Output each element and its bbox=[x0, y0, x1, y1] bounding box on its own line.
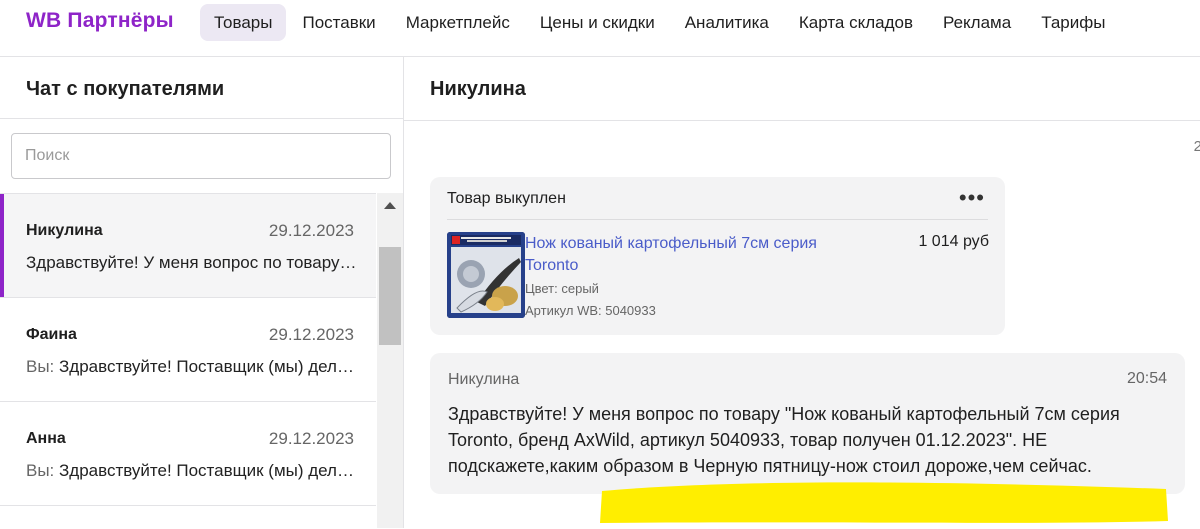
product-article: Артикул WB: 5040933 bbox=[525, 303, 656, 318]
nav-item-products[interactable]: Товары bbox=[200, 4, 287, 41]
chat-list-scrollbar[interactable] bbox=[377, 193, 403, 528]
chat-list-item[interactable]: Анна 29.12.2023 Вы: Здравствуйте! Постав… bbox=[0, 402, 376, 506]
nav-item-analytics[interactable]: Аналитика bbox=[671, 4, 783, 41]
product-price: 1 014 руб bbox=[918, 233, 989, 250]
conversation-panel: Никулина 2 Товар выкуплен ••• Нож кованы… bbox=[404, 57, 1200, 528]
chat-date: 29.12.2023 bbox=[268, 429, 354, 448]
chat-list-item[interactable]: Никулина 29.12.2023 Здравствуйте! У меня… bbox=[0, 194, 376, 298]
chat-preview-text: Здравствуйте! У меня вопрос по товару "Н… bbox=[26, 253, 358, 272]
chat-preview-text: Здравствуйте! Поставщик (мы) делаем всё bbox=[59, 357, 358, 376]
you-prefix: Вы: bbox=[26, 461, 60, 480]
nav-item-ads[interactable]: Реклама bbox=[929, 4, 1025, 41]
product-image[interactable] bbox=[447, 232, 525, 318]
order-status: Товар выкуплен bbox=[447, 190, 566, 207]
chat-preview: Вы: Здравствуйте! Поставщик (мы) делаем … bbox=[26, 357, 358, 377]
message-time: 20:54 bbox=[1126, 370, 1167, 387]
knife-product-icon bbox=[447, 232, 525, 318]
chat-name: Фаина bbox=[26, 326, 77, 343]
chat-preview-text: Здравствуйте! Поставщик (мы) делаем всё bbox=[59, 461, 358, 480]
main-nav: Товары Поставки Маркетплейс Цены и скидк… bbox=[200, 4, 1121, 41]
active-indicator bbox=[0, 194, 4, 297]
divider bbox=[404, 120, 1200, 121]
divider bbox=[0, 118, 403, 119]
chat-date: 29.12.2023 bbox=[268, 221, 354, 240]
message-author: Никулина bbox=[448, 371, 520, 388]
chat-list-title: Чат с покупателями bbox=[26, 78, 225, 100]
more-dots-icon[interactable]: ••• bbox=[959, 185, 985, 211]
you-prefix: Вы: bbox=[26, 357, 60, 376]
chat-name: Никулина bbox=[26, 222, 103, 239]
chat-name: Анна bbox=[26, 430, 66, 447]
message-bubble: Никулина 20:54 Здравствуйте! У меня вопр… bbox=[430, 353, 1185, 494]
nav-item-supplies[interactable]: Поставки bbox=[288, 4, 389, 41]
scroll-up-arrow-icon[interactable] bbox=[384, 202, 396, 209]
nav-item-prices[interactable]: Цены и скидки bbox=[526, 4, 669, 41]
scrollbar-thumb[interactable] bbox=[379, 247, 401, 345]
chat-list-panel: Чат с покупателями Никулина 29.12.2023 З… bbox=[0, 57, 404, 528]
conversation-title: Никулина bbox=[430, 78, 526, 100]
nav-item-marketplace[interactable]: Маркетплейс bbox=[392, 4, 524, 41]
chat-list: Никулина 29.12.2023 Здравствуйте! У меня… bbox=[0, 193, 376, 529]
product-link[interactable]: Нож кованый картофельный 7см серия Toron… bbox=[525, 233, 865, 277]
chat-preview: Вы: Здравствуйте! Поставщик (мы) делаем … bbox=[26, 461, 358, 481]
chat-date: 29.12.2023 bbox=[268, 325, 354, 344]
divider bbox=[447, 219, 988, 220]
chat-preview: Здравствуйте! У меня вопрос по товару "Н… bbox=[26, 253, 358, 273]
message-text: Здравствуйте! У меня вопрос по товару "Н… bbox=[448, 404, 1120, 476]
logo[interactable]: WB Партнёры bbox=[26, 9, 174, 33]
search-input[interactable] bbox=[11, 133, 391, 179]
nav-item-warehouse-map[interactable]: Карта складов bbox=[785, 4, 927, 41]
product-color: Цвет: серый bbox=[525, 281, 599, 296]
top-navigation: WB Партнёры Товары Поставки Маркетплейс … bbox=[0, 0, 1200, 57]
cut-off-text: 2 bbox=[1193, 138, 1200, 155]
order-card: Товар выкуплен ••• Нож кованый картофель… bbox=[430, 177, 1005, 335]
nav-item-tariffs[interactable]: Тарифы bbox=[1027, 4, 1119, 41]
chat-list-item[interactable]: Фаина 29.12.2023 Вы: Здравствуйте! Поста… bbox=[0, 298, 376, 402]
